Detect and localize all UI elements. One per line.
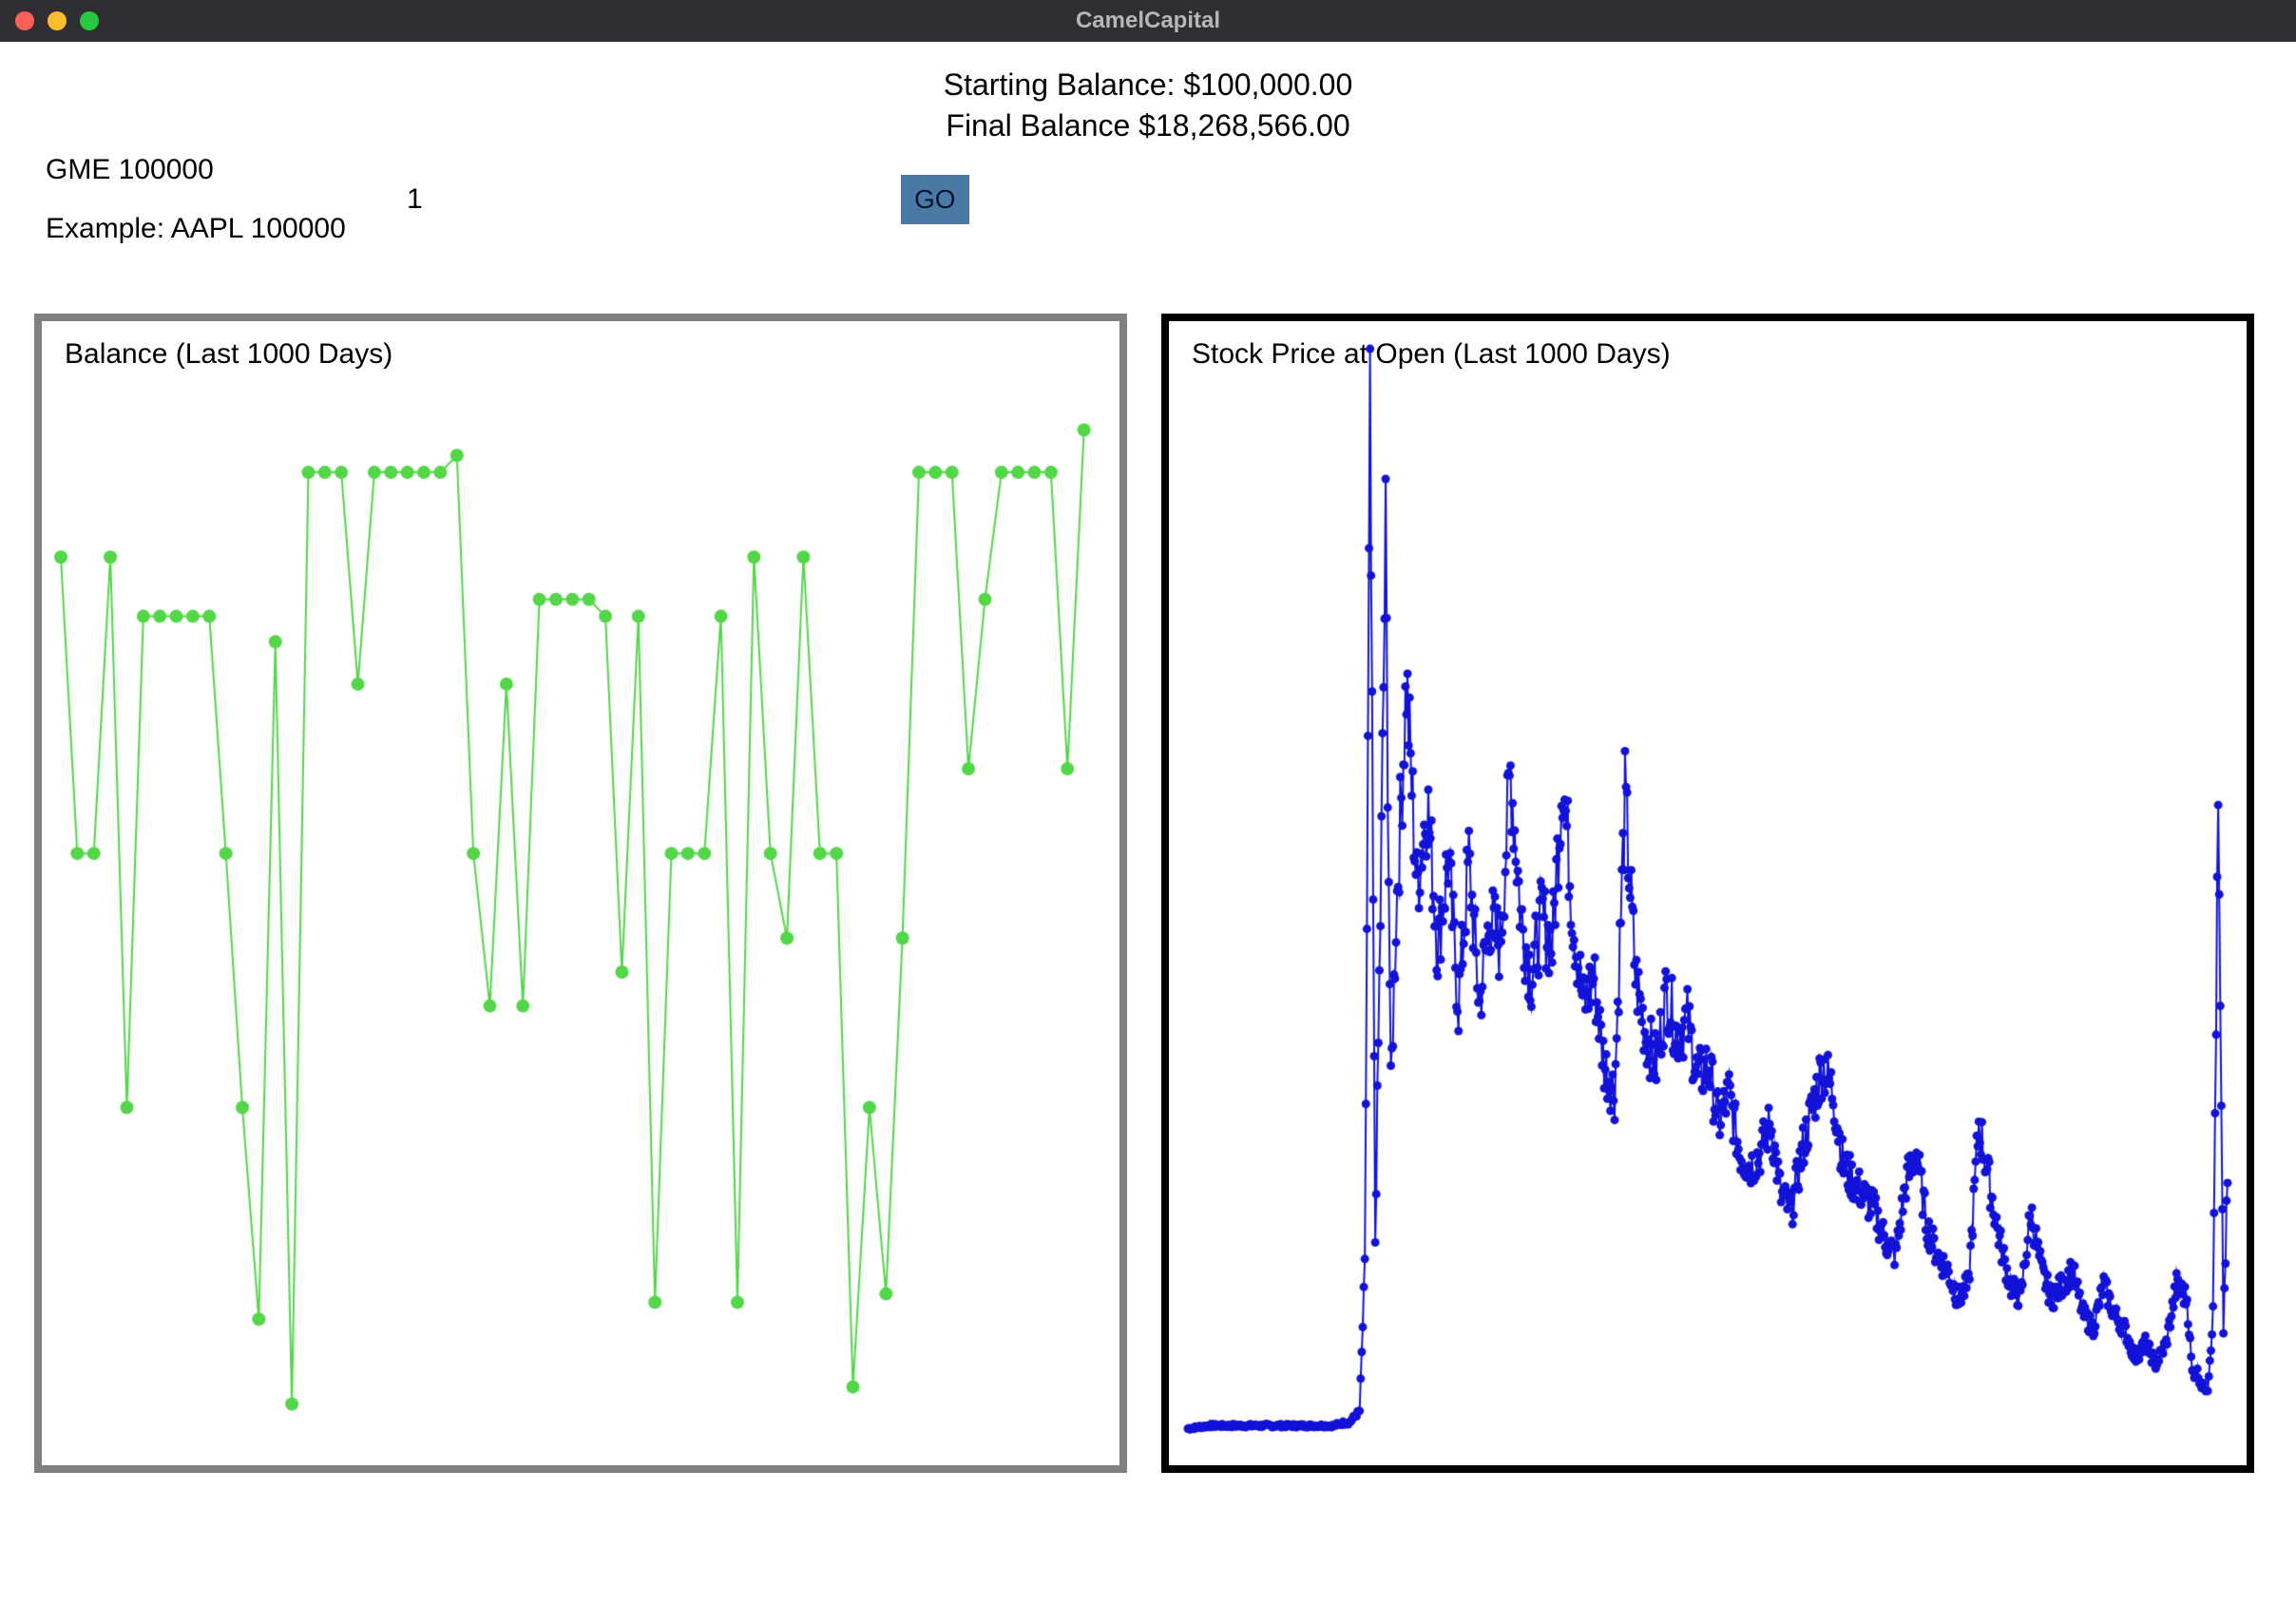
charts-row: Balance (Last 1000 Days) Stock Price at … [0, 276, 2296, 1473]
ticker-input[interactable]: GME 100000 [46, 154, 369, 186]
stock-chart-canvas [1169, 321, 2247, 1465]
final-balance-label: Final Balance $18,268,566.00 [46, 105, 2250, 146]
stock-chart: Stock Price at Open (Last 1000 Days) [1161, 314, 2254, 1473]
go-button[interactable]: GO [901, 175, 969, 224]
ticker-example: Example: AAPL 100000 [46, 213, 369, 245]
number-input[interactable]: 1 [407, 183, 863, 216]
summary-block: Starting Balance: $100,000.00 Final Bala… [46, 65, 2250, 146]
ticker-input-block: GME 100000 Example: AAPL 100000 [46, 154, 369, 245]
traffic-lights [15, 11, 99, 30]
header-area: Starting Balance: $100,000.00 Final Bala… [0, 42, 2296, 276]
minimize-window-icon[interactable] [48, 11, 67, 30]
zoom-window-icon[interactable] [80, 11, 99, 30]
starting-balance-label: Starting Balance: $100,000.00 [46, 65, 2250, 105]
window-title: CamelCapital [1076, 8, 1220, 34]
window-titlebar: CamelCapital [0, 0, 2296, 42]
balance-chart-canvas [42, 321, 1119, 1465]
inputs-row: GME 100000 Example: AAPL 100000 1 GO [46, 154, 2250, 245]
balance-chart: Balance (Last 1000 Days) [34, 314, 1127, 1473]
close-window-icon[interactable] [15, 11, 34, 30]
